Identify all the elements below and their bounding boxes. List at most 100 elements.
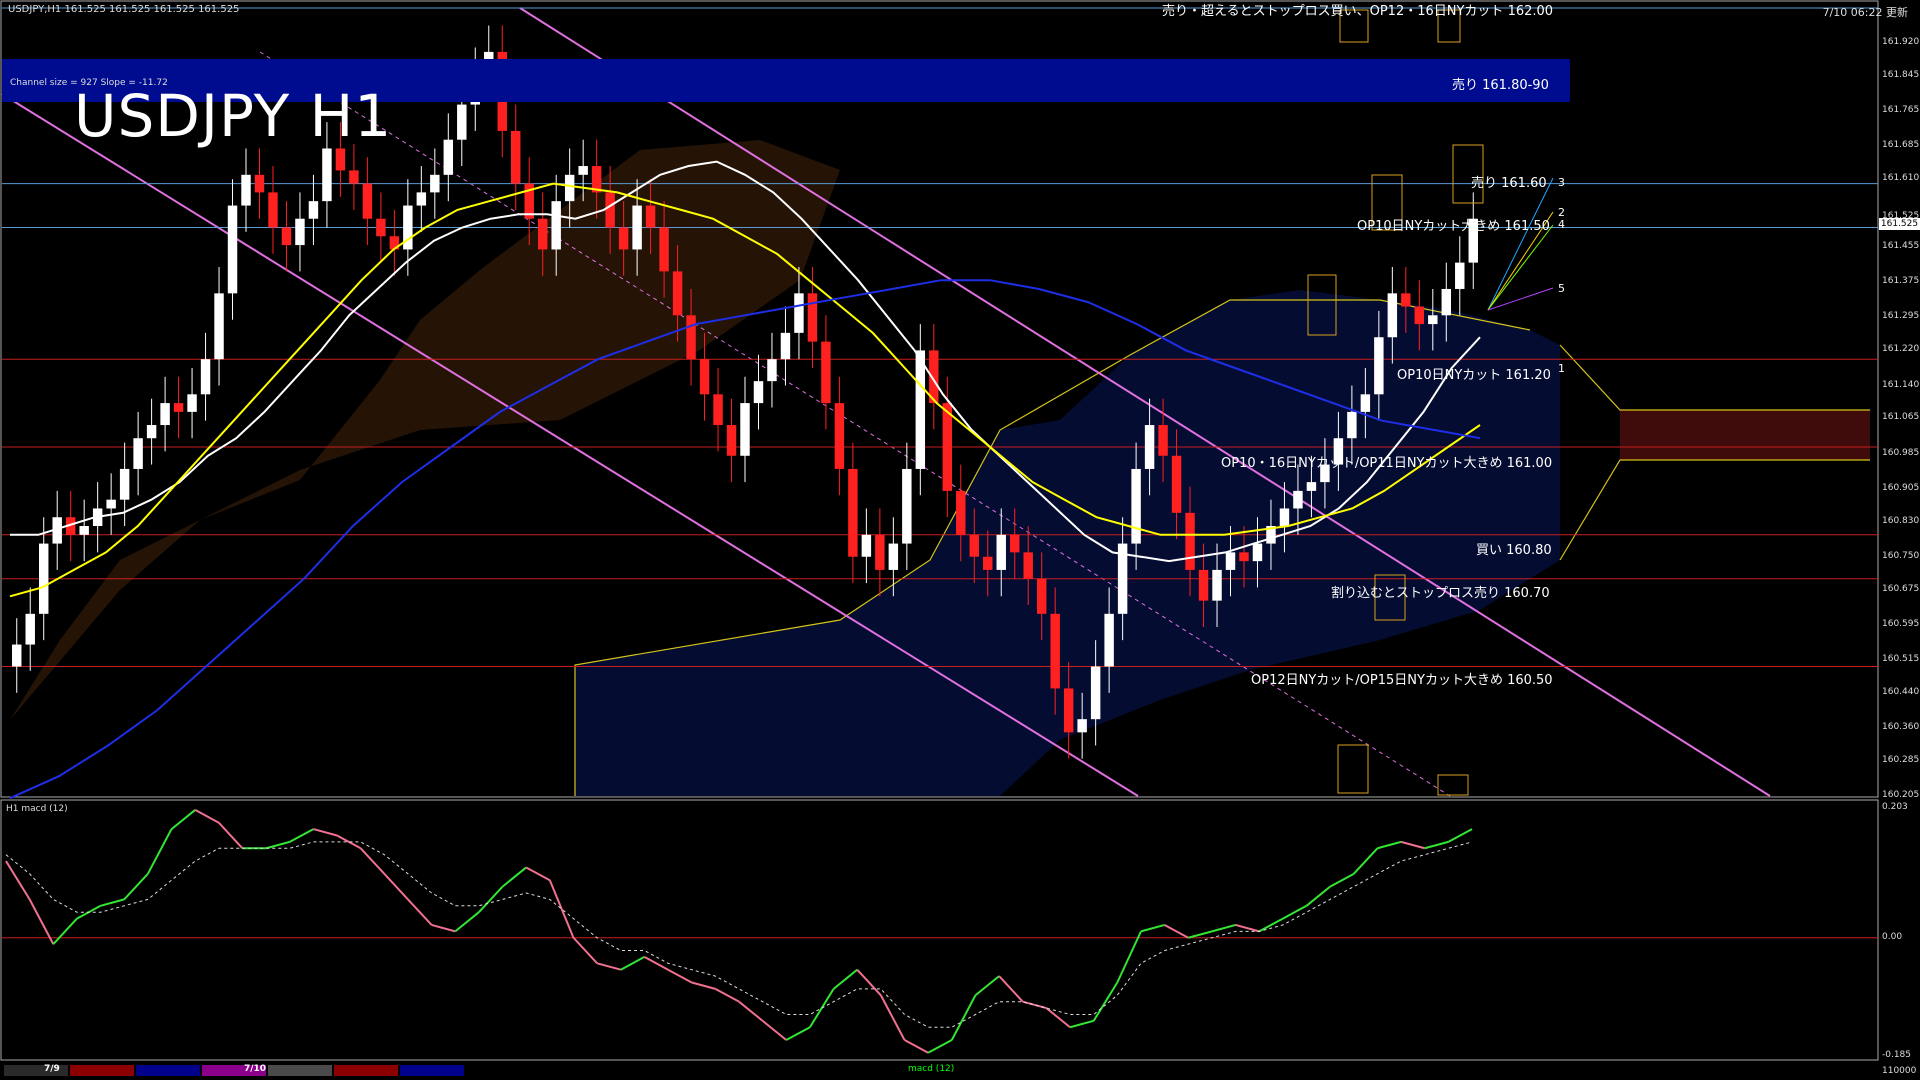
- price-tick: 160.595: [1882, 618, 1920, 629]
- macd-segment: [1164, 924, 1189, 939]
- macd-segment: [1092, 981, 1119, 1022]
- macd-segment: [525, 866, 551, 882]
- senkou-span-a-future: [1559, 344, 1870, 411]
- macd-segment: [1116, 930, 1142, 983]
- macd-segment: [1258, 917, 1284, 933]
- candle-body: [1225, 552, 1236, 570]
- macd-segment: [194, 809, 220, 824]
- candle-body: [1212, 569, 1222, 601]
- current-price-badge: 161.525: [1879, 218, 1920, 230]
- candle-body: [942, 403, 953, 491]
- macd-title: H1 macd (12): [6, 804, 68, 814]
- macd-segment: [1329, 872, 1355, 888]
- price-tick: 161.845: [1882, 70, 1920, 81]
- candle-body: [1171, 455, 1182, 513]
- candle-body: [686, 315, 696, 360]
- macd-segment: [738, 1000, 764, 1022]
- macd-segment: [856, 969, 882, 996]
- candle-body: [25, 613, 35, 645]
- candle-body: [160, 403, 170, 426]
- macd-tick-zero: 0.00: [1882, 932, 1903, 942]
- candle-body: [618, 227, 629, 250]
- macd-segment: [1305, 885, 1331, 907]
- candle-body: [1090, 666, 1101, 720]
- candle-body: [1306, 482, 1317, 491]
- level-label-160-50: OP12日NYカット/OP15日NYカット大きめ 160.50: [1251, 673, 1553, 688]
- macd-segment: [218, 822, 244, 849]
- candle-body: [362, 183, 373, 219]
- level-label-161-50: OP10日NYカット大きめ 161.50: [1357, 219, 1550, 234]
- macd-segment: [52, 917, 78, 945]
- candle-body: [713, 394, 723, 426]
- fib-number-5: 5: [1558, 282, 1565, 295]
- price-tick: 160.985: [1882, 447, 1920, 458]
- price-tick: 160.515: [1882, 653, 1920, 664]
- macd-segment: [265, 840, 291, 850]
- macd-segment: [454, 911, 480, 933]
- level-label-160-70: 割り込むとストップロス売り 160.70: [1331, 586, 1550, 601]
- candle-body: [1401, 293, 1411, 307]
- macd-segment: [1353, 847, 1379, 875]
- chart-window: 売り 161.80-90 USDJPY,H1 161.525 161.525 1…: [0, 0, 1920, 1080]
- macd-segment: [478, 885, 504, 913]
- price-tick: 161.375: [1882, 276, 1920, 287]
- macd-segment: [904, 1039, 929, 1054]
- candle-body: [1104, 613, 1114, 667]
- macd-segment: [974, 975, 1000, 997]
- candle-body: [38, 543, 49, 614]
- candle-body: [794, 293, 804, 333]
- update-datetime: 7/10 06:22 更新: [1822, 6, 1908, 19]
- macd-segment: [313, 828, 338, 837]
- macd-segment: [1424, 840, 1449, 850]
- candle-body: [767, 359, 777, 382]
- period-segment[interactable]: [268, 1065, 332, 1076]
- candle-body: [1144, 425, 1155, 469]
- macd-segment: [5, 860, 31, 900]
- macd-segment: [1187, 930, 1213, 939]
- fib-number-1: 1: [1558, 362, 1565, 375]
- candle-body: [1455, 262, 1465, 289]
- candle-body: [376, 218, 386, 237]
- period-segment[interactable]: [136, 1065, 200, 1076]
- candle-body: [605, 192, 615, 228]
- candle-body: [106, 499, 116, 509]
- ref-box-6: [1337, 744, 1369, 794]
- price-tick: 160.285: [1882, 754, 1920, 765]
- period-segment[interactable]: [400, 1065, 464, 1076]
- fib-number-3: 3: [1558, 176, 1565, 189]
- price-chart[interactable]: [0, 0, 1920, 1080]
- candle-body: [12, 644, 22, 667]
- macd-signal-line: [5, 841, 1473, 1028]
- kumo-red-future: [1620, 410, 1870, 460]
- fan-line-2: [1487, 224, 1554, 311]
- price-tick: 161.455: [1882, 241, 1920, 252]
- candle-body: [1023, 552, 1033, 579]
- candle-body: [551, 201, 561, 250]
- candle-body: [1347, 411, 1357, 439]
- price-tick: 161.920: [1882, 37, 1920, 48]
- day-label-7-10: 7/10: [244, 1064, 267, 1074]
- macd-panel: [2, 809, 1878, 1054]
- price-tick: 160.675: [1882, 583, 1920, 594]
- candle-body: [996, 534, 1006, 570]
- macd-segment: [1377, 840, 1402, 850]
- macd-segment: [407, 898, 433, 926]
- candle-body: [1279, 508, 1290, 527]
- candle-body: [146, 425, 157, 439]
- candle-body: [1414, 306, 1425, 325]
- period-segment[interactable]: [70, 1065, 134, 1076]
- candle-body: [969, 534, 979, 557]
- level-label-160-80: 買い 160.80: [1476, 543, 1552, 558]
- macd-segment: [1069, 1019, 1094, 1029]
- candle-body: [79, 526, 89, 535]
- price-tick: 160.905: [1882, 482, 1920, 493]
- candle-body: [956, 490, 966, 535]
- period-segment[interactable]: [334, 1065, 398, 1076]
- candle-body: [753, 381, 764, 404]
- price-tick: 161.610: [1882, 173, 1920, 184]
- price-tick: 160.205: [1882, 790, 1920, 800]
- macd-segment: [1045, 1007, 1071, 1029]
- macd-segment: [123, 873, 149, 901]
- macd-segment: [501, 866, 527, 888]
- top-note: 売り・超えるとストップロス買い、OP12・16日NYカット 162.00: [1162, 4, 1554, 19]
